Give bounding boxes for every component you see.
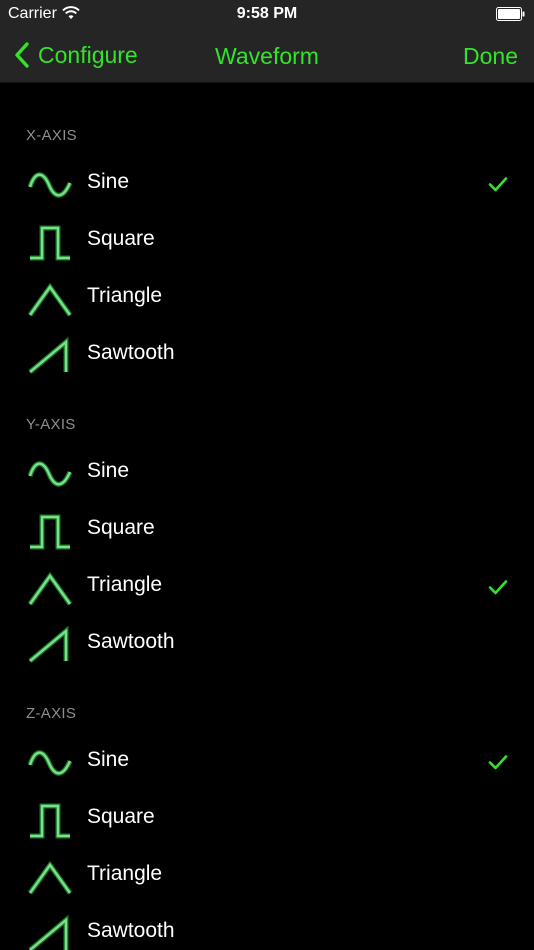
option-label: Square xyxy=(87,227,155,250)
option-label: Triangle xyxy=(87,862,163,885)
option-row-square[interactable]: Square xyxy=(0,790,534,847)
waveform-list: X-AXIS Sine Square Triangle Sawtooth Y-A… xyxy=(0,83,534,950)
triangle-wave-icon xyxy=(27,571,73,606)
option-row-square[interactable]: Square xyxy=(0,212,534,269)
option-label: Sawtooth xyxy=(87,919,175,942)
section-header: X-AXIS xyxy=(26,127,77,144)
checkmark-icon xyxy=(488,755,508,770)
option-row-sawtooth[interactable]: Sawtooth xyxy=(0,904,534,950)
sawtooth-wave-icon xyxy=(28,914,69,950)
option-row-triangle[interactable]: Triangle xyxy=(0,558,534,615)
battery-icon xyxy=(496,7,525,21)
option-row-square[interactable]: Square xyxy=(0,501,534,558)
option-row-sine[interactable]: Sine xyxy=(0,733,534,790)
status-bar: Carrier 9:58 PM xyxy=(0,0,534,28)
checkmark-icon xyxy=(488,177,508,192)
section-x-axis: X-AXIS Sine Square Triangle Sawtooth xyxy=(0,83,534,374)
sawtooth-wave-icon xyxy=(28,625,69,663)
done-button[interactable]: Done xyxy=(463,43,518,70)
triangle-wave-icon xyxy=(27,282,73,317)
section-z-axis: Z-AXIS Sine Square Triangle Sawtooth xyxy=(0,661,534,950)
sine-wave-icon xyxy=(27,461,73,487)
option-label: Sawtooth xyxy=(87,341,175,364)
square-wave-icon xyxy=(30,514,70,550)
option-label: Sine xyxy=(87,170,130,193)
page-title: Waveform xyxy=(215,43,319,69)
checkmark-icon xyxy=(488,580,508,595)
option-label: Square xyxy=(87,805,155,828)
option-label: Sine xyxy=(87,748,130,771)
triangle-wave-icon xyxy=(27,860,73,895)
status-time: 9:58 PM xyxy=(236,5,298,22)
sawtooth-wave-icon xyxy=(28,336,69,374)
option-row-sine[interactable]: Sine xyxy=(0,444,534,501)
option-label: Square xyxy=(87,516,155,539)
sine-wave-icon xyxy=(27,750,73,776)
section-header: Z-AXIS xyxy=(26,705,77,722)
option-label: Sine xyxy=(87,459,130,482)
section-y-axis: Y-AXIS Sine Square Triangle Sawtooth xyxy=(0,372,534,663)
navigation-bar: Configure Waveform Done xyxy=(0,28,534,83)
section-header: Y-AXIS xyxy=(26,416,76,433)
option-row-triangle[interactable]: Triangle xyxy=(0,269,534,326)
square-wave-icon xyxy=(30,225,70,261)
square-wave-icon xyxy=(30,803,70,839)
option-label: Triangle xyxy=(87,573,163,596)
option-label: Sawtooth xyxy=(87,630,175,653)
option-row-sine[interactable]: Sine xyxy=(0,155,534,212)
app-screen: Carrier 9:58 PM Configure Waveform Done … xyxy=(0,0,534,950)
sine-wave-icon xyxy=(27,172,73,198)
option-row-triangle[interactable]: Triangle xyxy=(0,847,534,904)
option-label: Triangle xyxy=(87,284,163,307)
